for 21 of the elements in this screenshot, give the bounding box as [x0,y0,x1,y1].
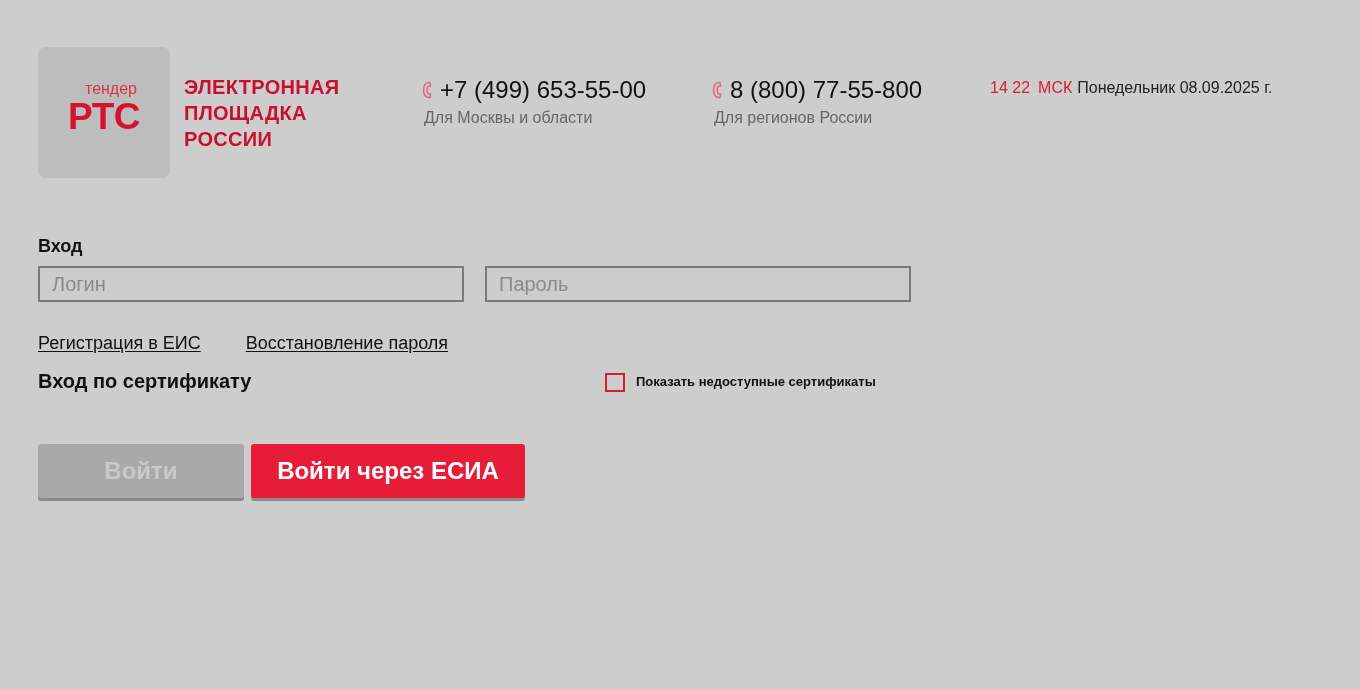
clock-date: Понедельник 08.09.2025 г. [1077,78,1273,98]
link[interactable]: Восстановление пароля [245,332,449,354]
phone-icon [712,81,722,99]
phone-icon [422,81,432,99]
esia-login-button[interactable]: Войти через ЕСИА [251,444,525,498]
input-field[interactable]: Пароль [485,266,911,302]
clock-zone: МСК [1038,78,1073,98]
logo-small-text: тендер [85,79,137,98]
logo-title: ЭЛЕКТРОННАЯ ПЛОЩАДКА РОССИИ [184,75,340,152]
phone-number: +7 (499) 653-55-00 [440,77,647,103]
phone-number: 8 (800) 77-55-800 [730,77,923,103]
phone-caption: Для Москвы и области [424,109,593,127]
phone-caption: Для регионов России [714,109,873,127]
logo-mark: РТС [68,97,140,136]
input-field[interactable]: Логин [38,266,464,302]
link[interactable]: Регистрация в ЕИС [38,332,201,354]
checkbox-label: Показать недоступные сертификаты [636,374,876,390]
login-heading: Вход [38,236,83,256]
checkbox[interactable] [605,372,625,392]
certificate-heading: Вход по сертификату [38,370,252,392]
clock-time: 14 22 [990,78,1031,98]
